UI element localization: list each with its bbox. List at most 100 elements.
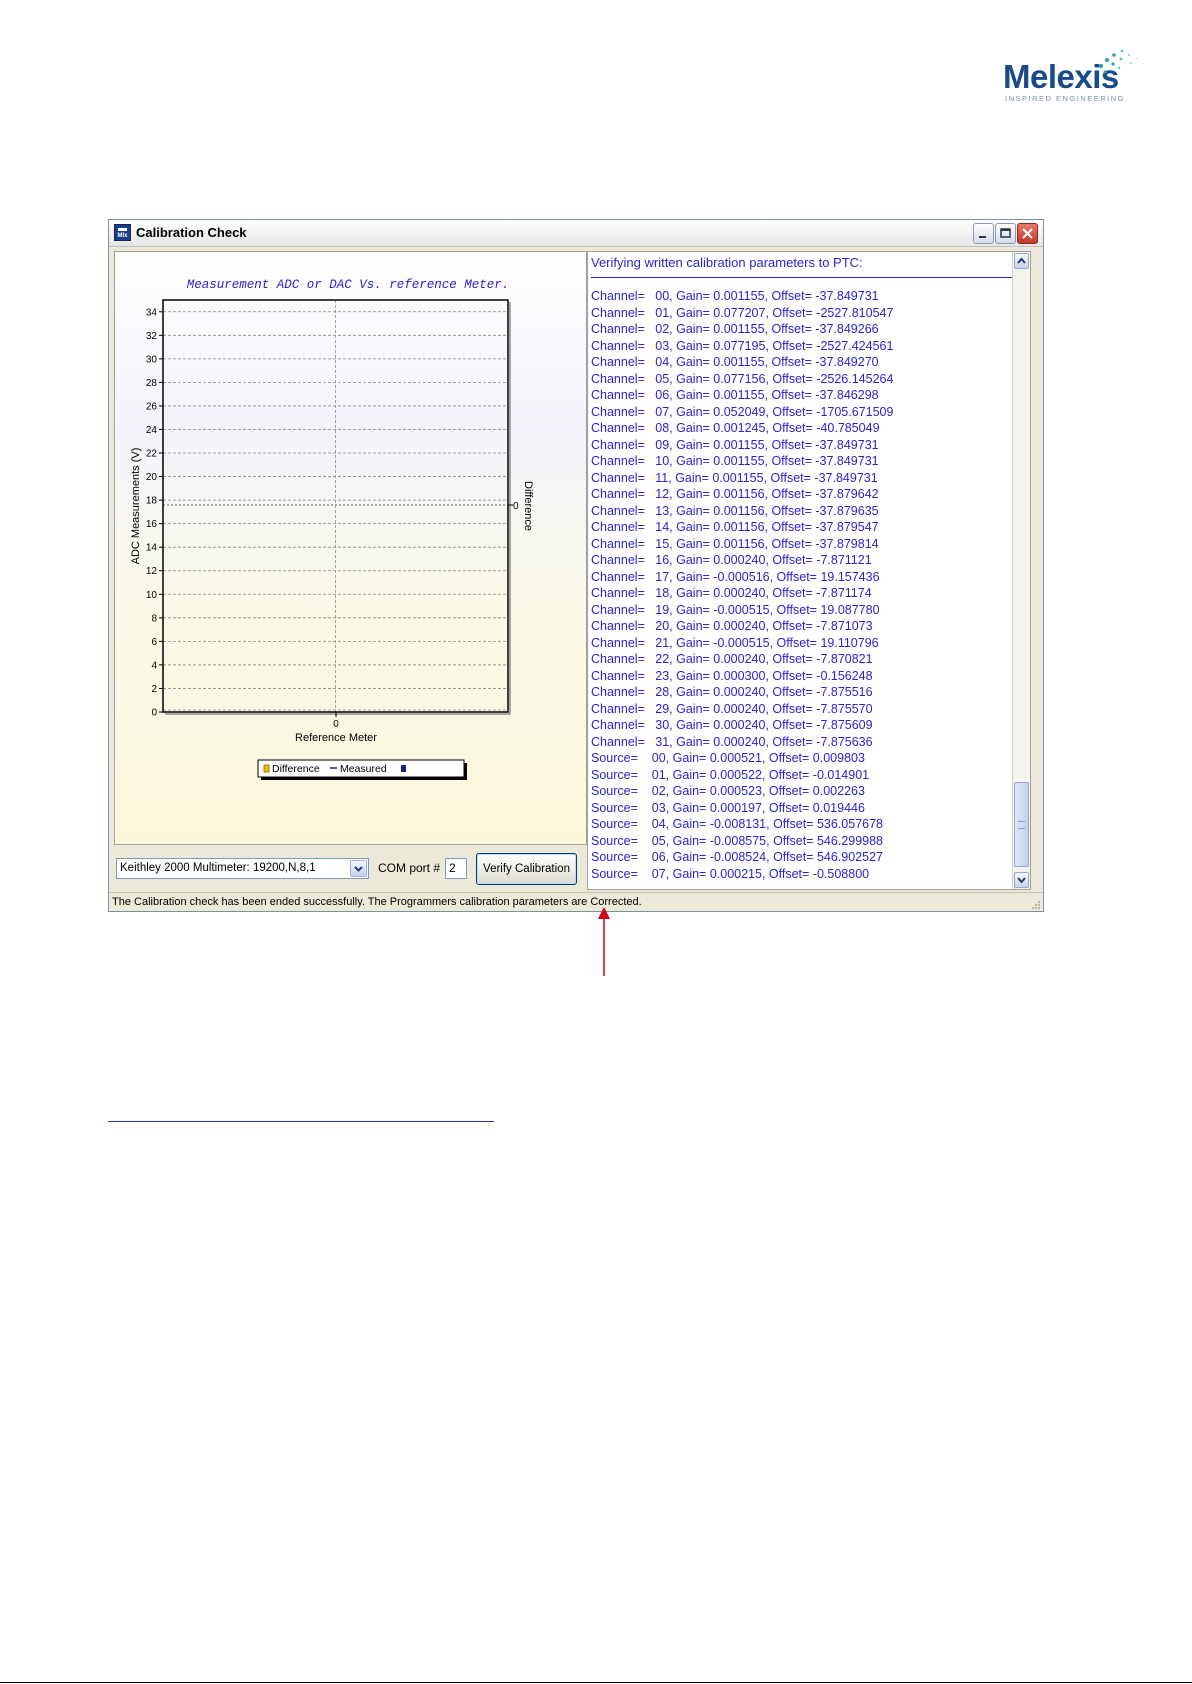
log-line: Channel= 21, Gain= -0.000515, Offset= 19… [591, 635, 879, 650]
y-tick-label: 10 [146, 590, 158, 601]
y-tick-label: 20 [146, 472, 158, 483]
log-line: Channel= 08, Gain= 0.001245, Offset= -40… [591, 421, 880, 435]
resize-grip-icon[interactable] [1031, 900, 1041, 910]
window-title: Calibration Check [136, 225, 247, 240]
minimize-icon [979, 236, 986, 238]
log-line: Channel= 15, Gain= 0.001156, Offset= -37… [591, 536, 879, 551]
minimize-button[interactable] [973, 223, 994, 244]
legend-label-difference: Difference [272, 763, 320, 775]
y-tick-label: 26 [146, 401, 158, 412]
log-header: Verifying written calibration parameters… [591, 255, 863, 270]
log-scrollbar[interactable] [1012, 252, 1030, 889]
log-line: Channel= 06, Gain= 0.001155, Offset= -37… [591, 388, 879, 402]
y-tick-label: 22 [146, 449, 158, 460]
legend-swatch-measured [401, 765, 406, 772]
log-line: Channel= 13, Gain= 0.001156, Offset= -37… [591, 503, 879, 518]
y-tick-label: 14 [146, 543, 158, 554]
calibration-log[interactable]: Verifying written calibration parameters… [587, 251, 1031, 890]
log-line: Channel= 30, Gain= 0.000240, Offset= -7.… [591, 718, 873, 732]
log-line: Channel= 17, Gain= -0.000516, Offset= 19… [591, 569, 880, 584]
com-port-input[interactable]: 2 [445, 858, 467, 879]
log-line: Channel= 03, Gain= 0.077195, Offset= -25… [591, 338, 894, 353]
calibration-check-window: Mlx Calibration Check Measurement ADC or… [108, 219, 1044, 912]
page-bottom-rule [0, 1682, 1192, 1683]
chart-title: Measurement ADC or DAC Vs. reference Met… [187, 278, 510, 292]
log-line: Channel= 22, Gain= 0.000240, Offset= -7.… [591, 652, 873, 666]
log-line: Source= 02, Gain= 0.000523, Offset= 0.00… [591, 784, 865, 798]
y-tick-label: 4 [151, 660, 157, 671]
y-tick-label: 8 [151, 613, 157, 624]
y-tick-label: 0 [151, 708, 157, 719]
log-line: Source= 00, Gain= 0.000521, Offset= 0.00… [591, 751, 865, 765]
y-tick-label: 32 [146, 331, 158, 342]
com-port-label: COM port # [378, 861, 441, 875]
y-tick-label: 28 [146, 378, 158, 389]
y-axis-label: ADC Measurements (V) [130, 448, 142, 565]
log-line: Channel= 18, Gain= 0.000240, Offset= -7.… [591, 586, 872, 600]
y2-tick-label: 0 [513, 501, 519, 512]
log-line: Channel= 07, Gain= 0.052049, Offset= -17… [591, 404, 894, 419]
log-line: Channel= 29, Gain= 0.000240, Offset= -7.… [591, 701, 873, 716]
log-line: Channel= 09, Gain= 0.001155, Offset= -37… [591, 437, 879, 452]
log-line: Channel= 01, Gain= 0.077207, Offset= -25… [591, 305, 894, 320]
log-line: Channel= 19, Gain= -0.000515, Offset= 19… [591, 602, 880, 617]
meter-device-select[interactable]: Keithley 2000 Multimeter: 19200,N,8,1 [116, 858, 369, 879]
chevron-down-icon [354, 866, 363, 872]
status-bar: The Calibration check has been ended suc… [109, 892, 1043, 912]
log-line: Source= 07, Gain= 0.000215, Offset= -0.5… [591, 866, 870, 881]
legend-label-measured: Measured [340, 763, 387, 775]
log-line: Channel= 14, Gain= 0.001156, Offset= -37… [591, 520, 879, 534]
log-line: Source= 05, Gain= -0.008575, Offset= 546… [591, 833, 883, 848]
logo-dots-icon [1098, 49, 1144, 74]
log-line: Channel= 23, Gain= 0.000300, Offset= -0.… [591, 668, 873, 683]
maximize-button[interactable] [995, 223, 1016, 244]
log-line: Channel= 20, Gain= 0.000240, Offset= -7.… [591, 619, 873, 633]
log-line: Channel= 12, Gain= 0.001156, Offset= -37… [591, 487, 879, 501]
chart-legend: Difference Measured [257, 759, 467, 780]
log-divider [591, 277, 1015, 278]
scroll-down-button[interactable] [1014, 872, 1029, 888]
verify-calibration-button[interactable]: Verify Calibration [476, 853, 577, 885]
calibration-chart: Measurement ADC or DAC Vs. reference Met… [130, 278, 534, 780]
y-tick-label: 16 [146, 519, 158, 530]
scroll-up-icon [1017, 257, 1026, 264]
log-line: Channel= 11, Gain= 0.001155, Offset= -37… [591, 470, 878, 485]
legend-swatch-difference [263, 764, 270, 773]
x-axis-label: Reference Meter [295, 732, 377, 744]
log-lines: Channel= 00, Gain= 0.001155, Offset= -37… [591, 288, 893, 882]
log-line: Source= 01, Gain= 0.000522, Offset= -0.0… [591, 767, 870, 782]
maximize-icon [1000, 228, 1011, 238]
melexis-logo: Melexis INSPIRED ENGINEERING [1003, 46, 1153, 106]
logo-tagline: INSPIRED ENGINEERING [1005, 94, 1126, 103]
log-line: Source= 06, Gain= -0.008524, Offset= 546… [591, 850, 883, 864]
scroll-thumb[interactable] [1014, 782, 1029, 867]
app-icon-text: Mlx [117, 233, 128, 239]
meter-device-dropdown-button[interactable] [350, 860, 367, 877]
log-line: Channel= 02, Gain= 0.001155, Offset= -37… [591, 322, 879, 336]
y2-axis-label: Difference [522, 481, 534, 531]
y-tick-label: 24 [146, 425, 158, 436]
y-tick-label: 18 [146, 496, 158, 507]
x-tick-label: 0 [333, 719, 339, 730]
annotation-arrow-icon [598, 907, 610, 976]
close-button[interactable] [1017, 223, 1038, 244]
close-icon [1022, 228, 1033, 239]
log-line: Channel= 10, Gain= 0.001155, Offset= -37… [591, 454, 879, 468]
log-line: Channel= 04, Gain= 0.001155, Offset= -37… [591, 355, 879, 369]
chart-panel: Measurement ADC or DAC Vs. reference Met… [114, 251, 587, 845]
scroll-up-button[interactable] [1014, 253, 1029, 269]
underline-rule [108, 1121, 494, 1122]
y-tick-label: 6 [151, 637, 157, 648]
controls-row: Keithley 2000 Multimeter: 19200,N,8,1 CO… [114, 846, 587, 890]
y-tick-label: 2 [151, 684, 157, 695]
log-line: Channel= 31, Gain= 0.000240, Offset= -7.… [591, 734, 873, 749]
status-text: The Calibration check has been ended suc… [112, 896, 642, 908]
log-line: Channel= 05, Gain= 0.077156, Offset= -25… [591, 371, 894, 386]
log-line: Channel= 16, Gain= 0.000240, Offset= -7.… [591, 553, 872, 567]
scroll-down-icon [1017, 877, 1026, 884]
title-bar[interactable]: Mlx Calibration Check [109, 220, 1043, 247]
app-icon[interactable]: Mlx [114, 224, 131, 241]
log-line: Source= 03, Gain= 0.000197, Offset= 0.01… [591, 800, 865, 815]
y-tick-label: 30 [146, 354, 158, 365]
meter-device-value: Keithley 2000 Multimeter: 19200,N,8,1 [120, 862, 316, 874]
